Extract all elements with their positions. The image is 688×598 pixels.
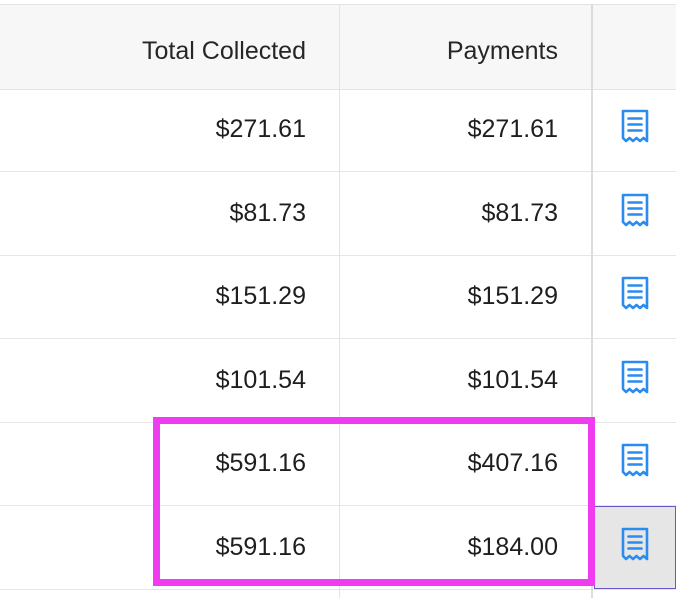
- table-row[interactable]: $101.54 $101.54: [0, 339, 676, 423]
- receipt-button[interactable]: [594, 255, 676, 338]
- table-row[interactable]: $81.73 $81.73: [0, 172, 676, 256]
- receipt-button[interactable]: [594, 172, 676, 255]
- receipt-button[interactable]: [594, 88, 676, 171]
- header-total-collected[interactable]: Total Collected: [142, 39, 306, 64]
- receipt-button[interactable]: [594, 339, 676, 422]
- total-collected-cell: $151.29: [215, 282, 306, 310]
- total-collected-cell: $101.54: [215, 365, 306, 394]
- payments-cell: $151.29: [467, 282, 558, 310]
- right-edge: [676, 0, 688, 598]
- payments-cell: $184.00: [467, 532, 558, 561]
- receipt-icon: [618, 108, 652, 151]
- table-header-row: Total Collected Payments: [0, 4, 676, 90]
- total-collected-cell: $591.16: [215, 532, 306, 561]
- receipt-icon: [618, 275, 652, 318]
- table-row[interactable]: $271.61 $271.61: [0, 88, 676, 172]
- payments-table: Total Collected Payments $271.61 $271.61 …: [0, 0, 688, 598]
- payments-cell: $407.16: [467, 449, 558, 477]
- table-row[interactable]: $151.29 $151.29: [0, 255, 676, 339]
- column-divider: [591, 4, 593, 598]
- payments-cell: $101.54: [467, 365, 558, 394]
- receipt-button[interactable]: [594, 505, 676, 589]
- total-collected-cell: $271.61: [215, 115, 306, 143]
- receipt-icon: [618, 359, 652, 402]
- header-payments[interactable]: Payments: [447, 39, 558, 64]
- table-row[interactable]: $591.16 $407.16: [0, 422, 676, 506]
- receipt-button[interactable]: [594, 422, 676, 505]
- payments-cell: $271.61: [467, 115, 558, 143]
- total-collected-cell: $591.16: [215, 449, 306, 477]
- receipt-icon: [618, 442, 652, 485]
- receipt-icon: [618, 526, 652, 569]
- receipt-icon: [618, 192, 652, 235]
- payments-cell: $81.73: [481, 198, 558, 227]
- table-row[interactable]: $591.16 $184.00: [0, 505, 676, 590]
- total-collected-cell: $81.73: [229, 198, 306, 227]
- column-divider: [339, 4, 340, 598]
